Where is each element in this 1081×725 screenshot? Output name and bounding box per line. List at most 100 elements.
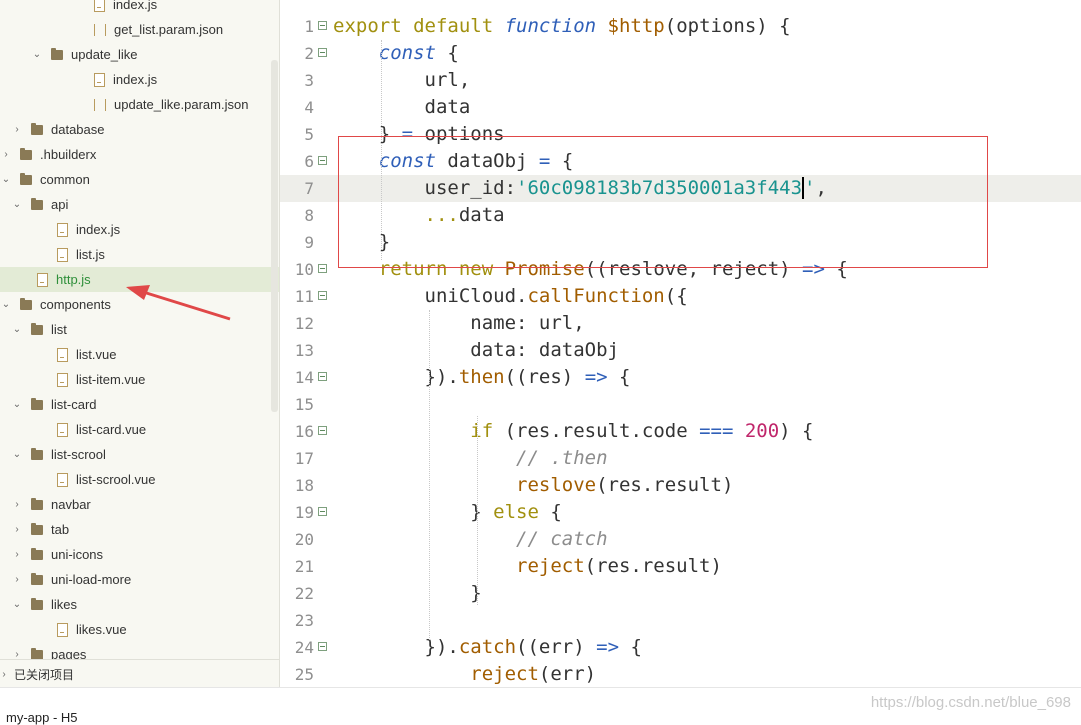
code-line[interactable]: 7 user_id:'60c098183b7d350001a3f443 ', [280, 175, 1081, 202]
closed-projects-section[interactable]: › 已关闭项目 [0, 659, 279, 687]
fold-toggle-icon[interactable] [318, 291, 327, 300]
tree-item[interactable]: ⌄ list-scrool [0, 442, 279, 467]
chevron-right-icon[interactable]: › [0, 149, 12, 161]
code-line[interactable]: 13 data: dataObj [280, 337, 1081, 364]
tree-item[interactable]: ⌄ api [0, 192, 279, 217]
chevron-down-icon[interactable]: ⌄ [11, 199, 23, 211]
folder-icon [31, 397, 43, 410]
chevron-down-icon[interactable]: ⌄ [0, 174, 12, 186]
tree-item[interactable]: › .hbuilderx [0, 142, 271, 167]
fold-toggle-icon[interactable] [318, 372, 327, 381]
chevron-down-icon[interactable]: ⌄ [11, 449, 23, 461]
tree-item[interactable]: likes.vue [0, 617, 279, 642]
tree-item[interactable]: list.vue [0, 342, 279, 367]
code-line[interactable]: 14 }).then((res) => { [280, 364, 1081, 391]
code-line[interactable]: 11 uniCloud.callFunction({ [280, 283, 1081, 310]
tree-item[interactable]: list-item.vue [0, 367, 279, 392]
code-line[interactable]: 22 } [280, 580, 1081, 607]
tree-item[interactable]: get_list.param.json [0, 17, 279, 42]
code-line[interactable]: 2 const { [280, 40, 1081, 67]
tree-item[interactable]: › navbar [0, 492, 279, 517]
code-line[interactable]: 10 return new Promise((reslove, reject) … [280, 256, 1081, 283]
code-line[interactable]: 6 const dataObj = { [280, 148, 1081, 175]
chevron-right-icon[interactable]: › [11, 124, 23, 136]
tree-item[interactable]: ⌄ likes [0, 592, 279, 617]
code-line[interactable]: 23 [280, 607, 1081, 634]
code-line[interactable]: 5 } = options [280, 121, 1081, 148]
fold-toggle-icon[interactable] [318, 507, 327, 516]
code-line[interactable]: 25 reject(err) [280, 661, 1081, 687]
tree-item[interactable]: update_like.param.json [0, 92, 279, 117]
chevron-right-icon[interactable]: › [11, 524, 23, 536]
code-token: ((reslove, reject) [584, 258, 803, 280]
sidebar-scrollbar[interactable] [271, 60, 278, 412]
code-line[interactable]: 21 reject(res.result) [280, 553, 1081, 580]
code-line[interactable]: 9 } [280, 229, 1081, 256]
tree-item[interactable]: ⌄ common [0, 167, 271, 192]
watermark-text: https://blog.csdn.net/blue_698 [870, 694, 1071, 711]
fold-toggle-icon[interactable] [318, 48, 327, 57]
tree-item[interactable]: › database [0, 117, 279, 142]
code-line[interactable]: 12 name: url, [280, 310, 1081, 337]
chevron-down-icon[interactable]: ⌄ [31, 49, 43, 61]
folder-icon [51, 47, 63, 60]
code-line[interactable]: 8 ...data [280, 202, 1081, 229]
code-line[interactable]: 24 }).catch((err) => { [280, 634, 1081, 661]
vue-file-icon [57, 372, 68, 387]
tree-item[interactable]: ⌄ list-card [0, 392, 279, 417]
code-line[interactable]: 20 // catch [280, 526, 1081, 553]
code-token: default [413, 15, 505, 37]
js-file-icon [94, 72, 105, 87]
line-number: 5 [304, 125, 314, 144]
code-line[interactable]: 1 export default function $http(options) … [280, 13, 1081, 40]
tree-item-label: index.js [76, 222, 121, 237]
code-text: name: url, [333, 310, 584, 337]
tree-item[interactable]: ⌄ components [0, 292, 271, 317]
tree-item[interactable]: list.js [0, 242, 279, 267]
code-line[interactable]: 16 if (res.result.code === 200) { [280, 418, 1081, 445]
chevron-down-icon[interactable]: ⌄ [11, 324, 23, 336]
code-line[interactable]: 18 reslove(res.result) [280, 472, 1081, 499]
tree-item[interactable]: list-scrool.vue [0, 467, 279, 492]
code-text: user_id:'60c098183b7d350001a3f443 ', [333, 175, 827, 202]
tree-item-label: common [40, 172, 90, 187]
tree-item[interactable]: ⌄ update_like [0, 42, 279, 67]
code-token: ((res) [504, 366, 585, 388]
chevron-right-icon[interactable]: › [11, 574, 23, 586]
chevron-right-icon[interactable]: › [11, 499, 23, 511]
fold-toggle-icon[interactable] [318, 156, 327, 165]
code-line[interactable]: 3 url, [280, 67, 1081, 94]
vue-file-icon [57, 472, 68, 487]
line-number: 2 [304, 44, 314, 63]
code-line[interactable]: 17 // .then [280, 445, 1081, 472]
tree-item-label: components [40, 297, 111, 312]
tree-item[interactable]: ⌄ list [0, 317, 279, 342]
tree-item[interactable]: index.js [0, 0, 279, 17]
tree-item[interactable]: index.js [0, 217, 279, 242]
tree-item[interactable]: › tab [0, 517, 279, 542]
chevron-right-icon: › [2, 668, 6, 680]
line-number: 17 [294, 449, 314, 468]
fold-toggle-icon[interactable] [318, 642, 327, 651]
code-line[interactable]: 19 } else { [280, 499, 1081, 526]
fold-toggle-icon[interactable] [318, 21, 327, 30]
folder-icon [31, 572, 43, 585]
chevron-down-icon[interactable]: ⌄ [11, 599, 23, 611]
fold-toggle-icon[interactable] [318, 426, 327, 435]
tree-item[interactable]: index.js [0, 67, 279, 92]
tree-item[interactable]: › uni-load-more [0, 567, 279, 592]
tree-item[interactable]: list-card.vue [0, 417, 279, 442]
fold-toggle-icon[interactable] [318, 264, 327, 273]
code-token: Promise [504, 258, 585, 280]
folder-icon [31, 197, 43, 210]
tree-item[interactable]: http.js [0, 267, 279, 292]
tree-item[interactable]: › uni-icons [0, 542, 279, 567]
chevron-down-icon[interactable]: ⌄ [0, 299, 12, 311]
chevron-down-icon[interactable]: ⌄ [11, 399, 23, 411]
code-line[interactable]: 15 [280, 391, 1081, 418]
chevron-right-icon[interactable]: › [11, 549, 23, 561]
code-editor[interactable]: 1 export default function $http(options) … [280, 0, 1081, 687]
code-line[interactable]: 4 data [280, 94, 1081, 121]
code-token: ((err) [516, 636, 597, 658]
